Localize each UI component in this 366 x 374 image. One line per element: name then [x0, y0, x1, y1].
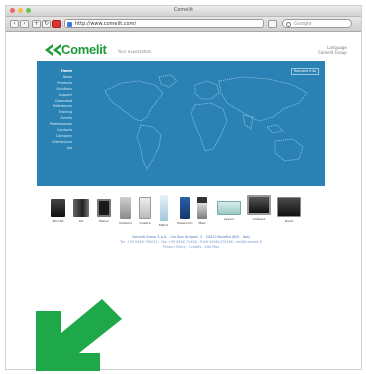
- product-item[interactable]: Powercom: [177, 197, 192, 225]
- footer-line: Tel. +39 0346 750011 - Fax +39 0346 7143…: [120, 240, 262, 244]
- product-item[interactable]: Kit: [73, 199, 89, 223]
- comelit-logo[interactable]: Comelit: [42, 42, 107, 57]
- logo-mark-icon: [45, 43, 61, 56]
- product-image: [197, 197, 207, 219]
- logo-text: Comelit: [61, 42, 107, 57]
- product-image: [97, 199, 111, 217]
- address-bar[interactable]: http://www.comelit.com/: [64, 19, 264, 28]
- footer-line: Comelit Group S.p.A. - Via Don Arrigoni,…: [131, 235, 251, 239]
- product-item[interactable]: Matrix: [159, 195, 168, 227]
- product-label: Planux: [98, 219, 110, 223]
- product-label: Ambient: [252, 217, 266, 221]
- favicon-icon: [67, 22, 72, 27]
- forward-icon[interactable]: ›: [20, 20, 29, 28]
- url-text: http://www.comelit.com/: [75, 21, 137, 27]
- product-strip: Mini Kit Kit Planux Simbiosi Quadra Matr…: [51, 195, 341, 233]
- product-label: Quadra: [139, 221, 151, 225]
- tagline: Your expectation: [118, 49, 152, 54]
- product-label: Kit: [79, 219, 83, 223]
- product-image: [217, 201, 241, 215]
- search-icon: [286, 22, 291, 27]
- hero-panel: Home News Products Solutions Support Dow…: [37, 61, 325, 186]
- product-label: Powercom: [177, 221, 193, 225]
- world-map-image: [104, 74, 308, 170]
- product-item[interactable]: Mini Kit: [51, 199, 65, 223]
- product-image: [277, 197, 301, 217]
- window-title: Comelit: [173, 7, 194, 13]
- browser-toolbar: ‹ › + ↻ http://www.comelit.com/ Google: [6, 17, 361, 32]
- group-link[interactable]: Comelit Group: [318, 50, 347, 55]
- rss-icon[interactable]: [268, 20, 277, 28]
- product-image: [73, 199, 89, 217]
- bookmark-icon[interactable]: [52, 20, 61, 28]
- product-image: [179, 197, 190, 219]
- product-label: Mini Kit: [52, 219, 64, 223]
- header-links: Language Comelit Group: [318, 45, 347, 55]
- request-info-button[interactable]: Request Info: [291, 68, 319, 75]
- product-item[interactable]: Ambient: [247, 195, 271, 221]
- product-image: [139, 197, 151, 219]
- product-image: [159, 195, 168, 221]
- product-item[interactable]: Maxi: [197, 197, 207, 225]
- product-item[interactable]: Simbiosi: [119, 197, 132, 225]
- back-icon[interactable]: ‹: [10, 20, 19, 28]
- side-menu: Home News Products Solutions Support Dow…: [39, 69, 72, 152]
- add-icon[interactable]: +: [32, 20, 41, 28]
- product-item[interactable]: Quadra: [139, 197, 151, 225]
- product-item[interactable]: Quick: [277, 197, 301, 223]
- product-image: [51, 199, 65, 217]
- product-image: [247, 195, 271, 215]
- arrow-down-left-icon: [36, 299, 122, 371]
- reload-icon[interactable]: ↻: [42, 20, 51, 28]
- product-label: Simbiosi: [119, 221, 132, 225]
- product-item[interactable]: Planux: [97, 199, 111, 223]
- title-bar: Comelit: [6, 6, 361, 17]
- product-label: Lavoro: [223, 217, 235, 221]
- product-item[interactable]: Lavoro: [217, 201, 241, 221]
- product-label: Maxi: [198, 221, 206, 225]
- search-placeholder: Google: [294, 21, 312, 27]
- menu-item[interactable]: Job: [39, 146, 72, 152]
- product-label: Quick: [284, 219, 294, 223]
- search-field[interactable]: Google: [282, 19, 352, 28]
- footer-line: Privacy Policy - Credits - Site Map: [162, 245, 220, 249]
- product-image: [119, 197, 131, 219]
- product-label: Matrix: [159, 223, 169, 227]
